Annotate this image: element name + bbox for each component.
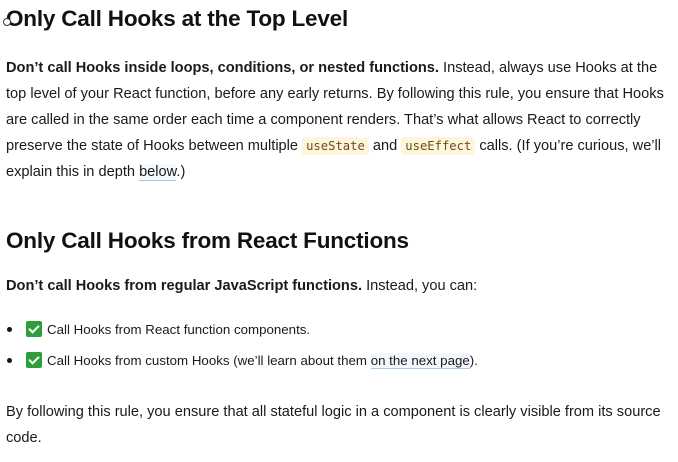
text-segment: and xyxy=(368,138,402,154)
list-item: Call Hooks from custom Hooks (we’ll lear… xyxy=(6,345,666,376)
bullet-icon xyxy=(7,358,12,363)
link-next-page[interactable]: on the next page xyxy=(370,353,470,369)
text-segment: .) xyxy=(176,164,186,180)
text-segment: Instead, you can: xyxy=(362,278,478,294)
bold-lead-2: Don’t call Hooks from regular JavaScript… xyxy=(6,278,363,294)
bullet-icon xyxy=(7,327,12,332)
heading-top-level: Only Call Hooks at the Top Level xyxy=(3,6,348,32)
check-mark-icon xyxy=(26,352,42,368)
anchor-dot-icon[interactable] xyxy=(3,18,11,26)
bold-lead-1: Don’t call Hooks inside loops, condition… xyxy=(6,60,439,76)
code-usestate: useState xyxy=(302,137,369,155)
page: Only Call Hooks at the Top Level Don’t c… xyxy=(0,0,678,462)
paragraph-react-functions: Don’t call Hooks from regular JavaScript… xyxy=(6,273,666,299)
list-item-text: ). xyxy=(469,353,478,368)
paragraph-top-level: Don’t call Hooks inside loops, condition… xyxy=(6,55,666,185)
heading-react-functions: Only Call Hooks from React Functions xyxy=(6,228,409,253)
link-below[interactable]: below xyxy=(139,164,177,181)
rules-list: Call Hooks from React function component… xyxy=(6,314,666,376)
code-useeffect: useEffect xyxy=(401,137,476,155)
check-mark-icon xyxy=(26,321,42,337)
paragraph-closing: By following this rule, you ensure that … xyxy=(6,404,661,446)
list-item-text: Call Hooks from React function component… xyxy=(47,322,311,337)
heading-top-level-text: Only Call Hooks at the Top Level xyxy=(6,6,348,31)
list-item-text: Call Hooks from custom Hooks (we’ll lear… xyxy=(47,353,371,368)
list-item: Call Hooks from React function component… xyxy=(6,314,666,345)
